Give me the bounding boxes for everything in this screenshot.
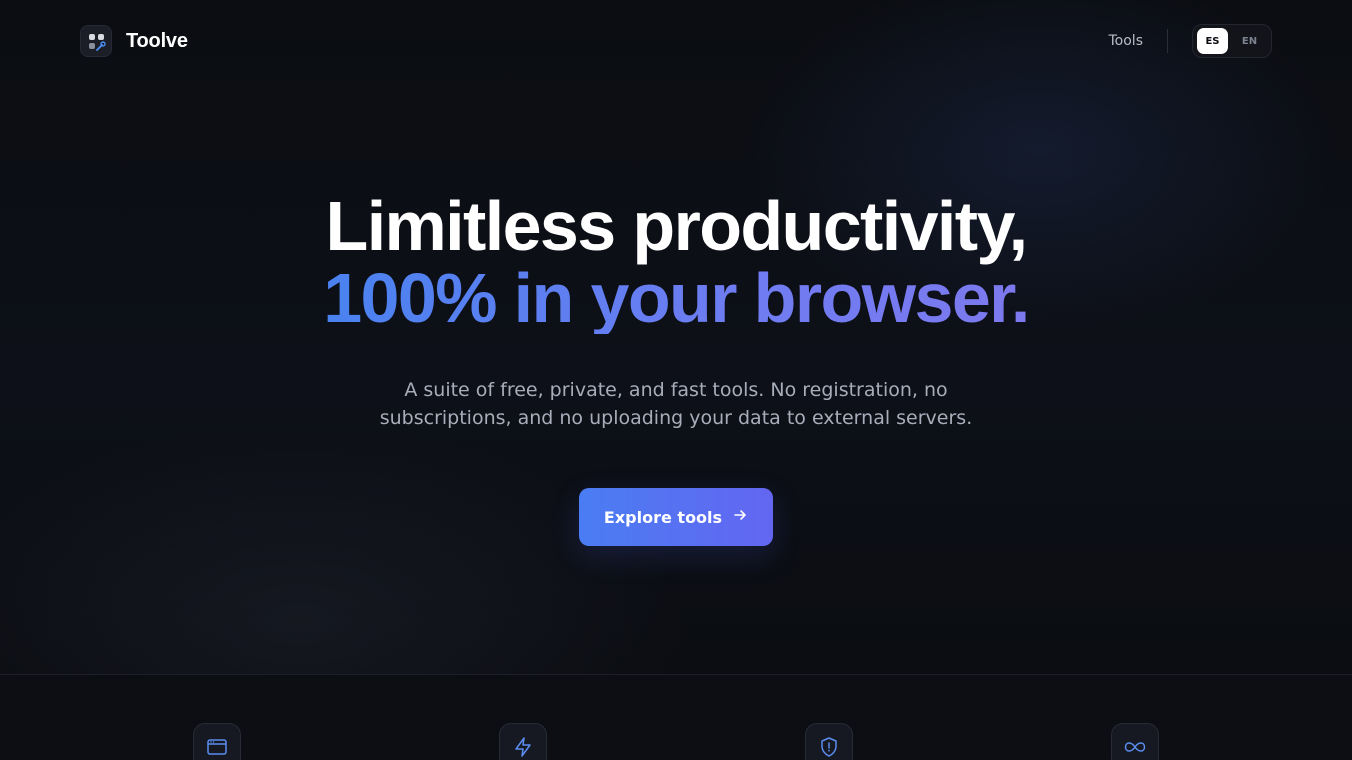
- brand-name: Toolve: [126, 29, 188, 52]
- explore-tools-button[interactable]: Explore tools: [579, 488, 773, 546]
- hero-title-line2: 100% in your browser.: [323, 259, 1030, 337]
- nav-tools-link[interactable]: Tools: [1109, 33, 1144, 49]
- browser-window-icon: [193, 723, 241, 760]
- hero-title: Limitless productivity, 100% in your bro…: [0, 190, 1352, 334]
- shield-alert-icon: [805, 723, 853, 760]
- language-switcher: ES EN: [1192, 24, 1272, 58]
- hero-title-line1: Limitless productivity,: [325, 187, 1029, 265]
- top-nav: Tools ES EN: [1109, 24, 1272, 58]
- logo-icon: [80, 25, 112, 57]
- features-strip: [0, 675, 1352, 760]
- explore-tools-label: Explore tools: [603, 507, 723, 527]
- infinity-icon: [1111, 723, 1159, 760]
- site-header: Toolve Tools ES EN: [80, 24, 1272, 58]
- arrow-right-icon: [732, 507, 748, 527]
- lang-es-button[interactable]: ES: [1197, 28, 1228, 54]
- lightning-bolt-icon: [499, 723, 547, 760]
- hero-subtitle: A suite of free, private, and fast tools…: [379, 379, 973, 429]
- brand-link[interactable]: Toolve: [80, 25, 188, 57]
- nav-divider: [1167, 29, 1168, 53]
- page: Toolve Tools ES EN Limitless productivit…: [0, 0, 1352, 760]
- lang-en-button[interactable]: EN: [1234, 28, 1265, 54]
